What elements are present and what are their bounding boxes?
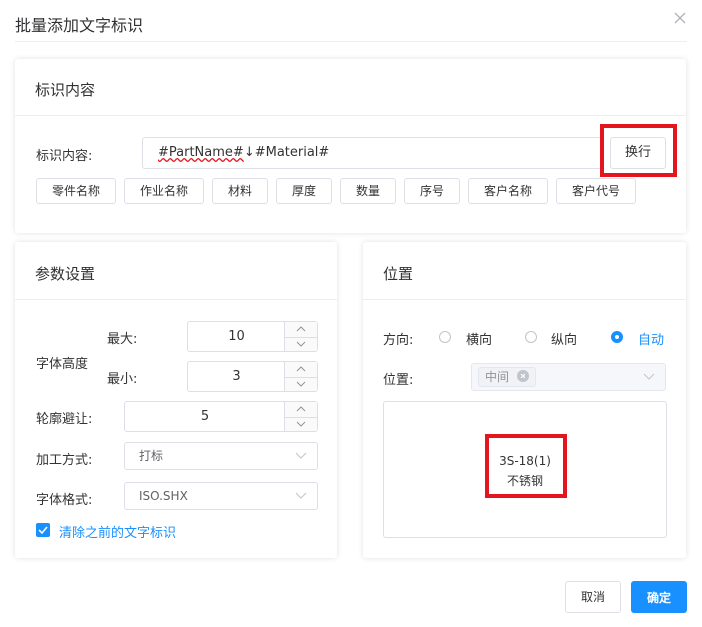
chevron-up-icon <box>296 326 306 332</box>
mark-content-value: #PartName#↓#Material# <box>158 145 330 160</box>
max-height-value: 10 <box>228 329 245 344</box>
confirm-button[interactable]: 确定 <box>631 581 687 613</box>
direction-horizontal-radio[interactable] <box>439 331 451 343</box>
direction-vertical-radio[interactable] <box>525 331 537 343</box>
mark-content-panel: 标识内容 标识内容: #PartName#↓#Material# 换行 零件名称… <box>15 59 686 233</box>
max-increase-button[interactable] <box>285 322 317 338</box>
position-tag: 中间 <box>478 367 536 387</box>
chevron-down-icon <box>296 421 306 427</box>
process-method-label: 加工方式: <box>36 453 93 468</box>
chevron-down-icon <box>295 492 307 499</box>
max-decrease-button[interactable] <box>285 337 317 352</box>
contour-avoid-label: 轮廓避让: <box>36 412 93 427</box>
max-label: 最大: <box>107 332 138 347</box>
dialog-title: 批量添加文字标识 <box>15 16 144 35</box>
min-label: 最小: <box>107 372 138 387</box>
contour-avoid-input[interactable]: 5 <box>124 401 318 432</box>
min-decrease-button[interactable] <box>285 377 317 392</box>
preview-highlight-box <box>485 434 567 498</box>
clear-marks-checkbox[interactable] <box>36 523 50 537</box>
tag-button-material[interactable]: 材料 <box>212 178 268 204</box>
tag-button-quantity[interactable]: 数量 <box>340 178 396 204</box>
direction-horizontal-label[interactable]: 横向 <box>466 329 492 348</box>
font-format-label: 字体格式: <box>36 493 93 508</box>
contour-increase-button[interactable] <box>285 402 317 418</box>
tag-close-icon[interactable] <box>516 370 529 382</box>
params-section-title: 参数设置 <box>35 265 96 283</box>
min-increase-button[interactable] <box>285 362 317 378</box>
chevron-up-icon <box>296 366 306 372</box>
tag-button-thickness[interactable]: 厚度 <box>276 178 332 204</box>
position-label: 位置: <box>383 373 414 388</box>
min-height-value: 3 <box>232 369 241 384</box>
clear-marks-label[interactable]: 清除之前的文字标识 <box>59 522 176 541</box>
contour-avoid-value: 5 <box>200 409 210 424</box>
chevron-down-icon <box>296 381 306 387</box>
font-format-select[interactable]: ISO.SHX <box>124 482 318 510</box>
chevron-down-icon <box>296 341 306 347</box>
position-select[interactable]: 中间 <box>471 363 666 391</box>
params-panel: 参数设置 字体高度 最大: 10 最小: 3 轮廓避让: 5 加工方式: 打标 … <box>15 242 337 558</box>
direction-auto-radio[interactable] <box>611 331 623 343</box>
direction-vertical-label[interactable]: 纵向 <box>551 329 577 348</box>
chevron-down-icon <box>295 452 307 459</box>
position-section-title: 位置 <box>383 265 414 283</box>
chevron-up-icon <box>296 406 306 412</box>
title-divider <box>15 41 687 42</box>
tag-button-part-name[interactable]: 零件名称 <box>36 178 116 204</box>
newline-highlight-box <box>600 124 677 177</box>
tag-button-customer-name[interactable]: 客户名称 <box>468 178 548 204</box>
position-panel: 位置 方向: 横向 纵向 自动 位置: 中间 3S-18(1) 不锈钢 <box>363 242 686 558</box>
contour-decrease-button[interactable] <box>285 417 317 432</box>
font-height-label: 字体高度 <box>36 357 89 372</box>
direction-label: 方向: <box>383 333 414 348</box>
chevron-down-icon <box>643 373 655 380</box>
mark-content-section-title: 标识内容 <box>35 81 96 99</box>
tag-button-serial[interactable]: 序号 <box>404 178 460 204</box>
close-icon[interactable] <box>672 10 688 26</box>
check-icon <box>38 526 48 535</box>
font-format-value: ISO.SHX <box>139 489 188 503</box>
tag-button-job-name[interactable]: 作业名称 <box>124 178 204 204</box>
tag-button-customer-code[interactable]: 客户代号 <box>556 178 636 204</box>
min-height-input[interactable]: 3 <box>187 361 318 392</box>
max-height-input[interactable]: 10 <box>187 321 318 352</box>
cancel-button[interactable]: 取消 <box>565 581 621 613</box>
process-method-select[interactable]: 打标 <box>124 442 318 470</box>
direction-auto-label[interactable]: 自动 <box>638 329 664 348</box>
process-method-value: 打标 <box>139 449 164 463</box>
mark-content-input[interactable]: #PartName#↓#Material# <box>142 137 604 169</box>
position-tag-label: 中间 <box>485 370 510 384</box>
mark-content-field-label: 标识内容: <box>36 149 93 164</box>
